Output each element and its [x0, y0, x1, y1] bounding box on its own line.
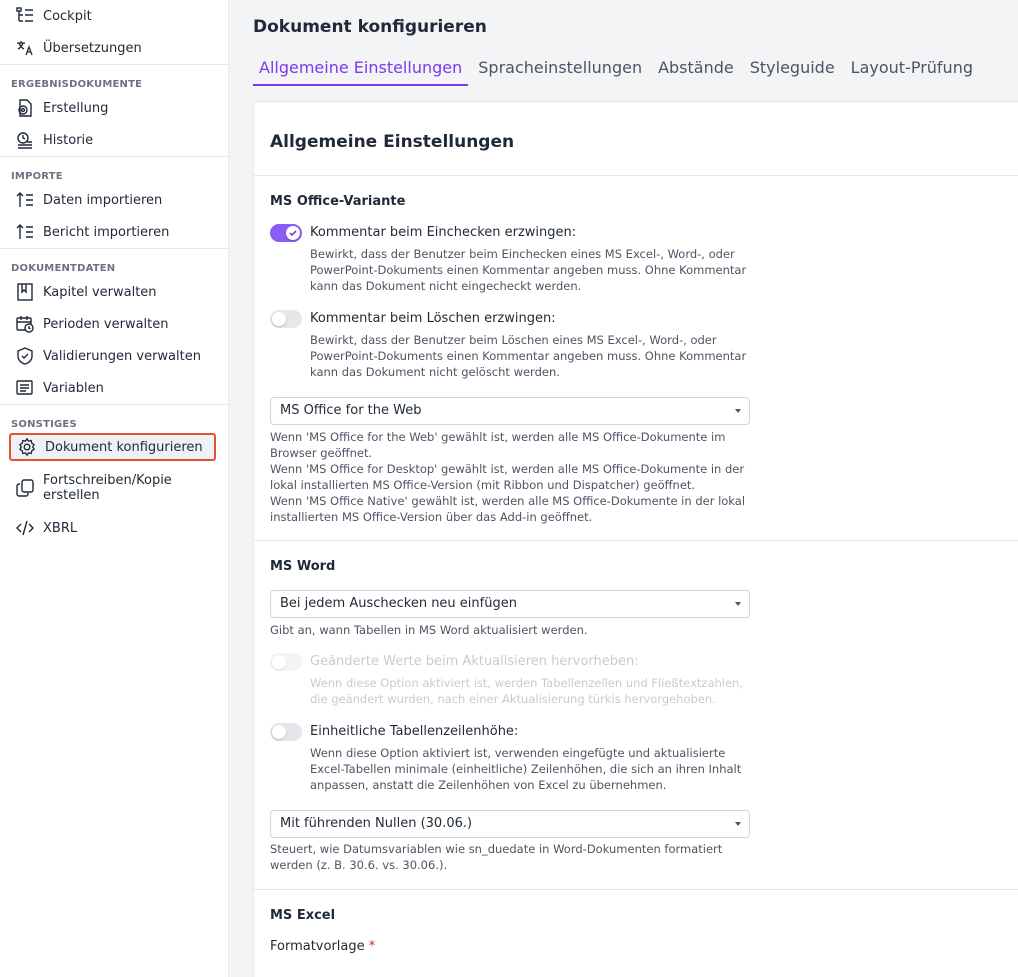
- sidebar-item-erstellung[interactable]: Erstellung: [0, 94, 228, 122]
- bookmark-icon: [14, 282, 36, 302]
- sidebar: Cockpit Übersetzungen ERGEBNISDOKUMENTE …: [0, 0, 229, 977]
- uniform-row-height-desc: Wenn diese Option aktiviert ist, verwend…: [310, 746, 742, 792]
- tab-styleguide[interactable]: Styleguide: [744, 57, 841, 86]
- document-gear-icon: [14, 98, 36, 118]
- import-list-icon: [14, 222, 36, 242]
- checkin-comment-label: Kommentar beim Einchecken erzwingen:: [310, 225, 577, 240]
- tab-allgemeine-einstellungen[interactable]: Allgemeine Einstellungen: [253, 57, 469, 86]
- table-update-value: Bei jedem Auschecken neu einfügen: [280, 596, 517, 611]
- sidebar-item-daten-importieren[interactable]: Daten importieren: [0, 186, 228, 214]
- office-help-line: Wenn 'MS Office for Desktop' gewählt ist…: [270, 462, 745, 492]
- checkin-comment-toggle[interactable]: [270, 224, 302, 242]
- shield-check-icon: [14, 346, 36, 366]
- office-variant-help: Wenn 'MS Office for the Web' gewählt ist…: [270, 429, 750, 525]
- sidebar-divider: [0, 64, 228, 65]
- tab-spracheinstellungen[interactable]: Spracheinstellungen: [472, 57, 648, 86]
- uniform-row-height-toggle[interactable]: [270, 723, 302, 741]
- calendar-clock-icon: [14, 314, 36, 334]
- uniform-row-height-label: Einheitliche Tabellenzeilenhöhe:: [310, 724, 519, 739]
- format-template-text: Formatvorlage: [270, 939, 365, 954]
- import-list-icon: [14, 190, 36, 210]
- caret-down-icon: [735, 602, 741, 606]
- translate-icon: [14, 38, 36, 58]
- history-icon: [14, 130, 36, 150]
- date-format-help: Steuert, wie Datumsvariablen wie sn_dued…: [270, 842, 723, 872]
- date-format-value: Mit führenden Nullen (30.06.): [280, 816, 473, 831]
- delete-comment-label: Kommentar beim Löschen erzwingen:: [310, 311, 556, 326]
- main-content: Dokument konfigurieren Allgemeine Einste…: [229, 0, 1018, 977]
- page-title: Dokument konfigurieren: [253, 17, 487, 37]
- toggle-knob: [272, 725, 286, 739]
- sidebar-item-bericht-importieren[interactable]: Bericht importieren: [0, 218, 228, 246]
- required-mark: *: [368, 939, 376, 954]
- card-divider: [254, 175, 1018, 176]
- checkin-comment-desc: Bewirkt, dass der Benutzer beim Eincheck…: [310, 247, 747, 293]
- highlight-changes-toggle[interactable]: [270, 653, 302, 671]
- sidebar-item-translations[interactable]: Übersetzungen: [0, 34, 228, 62]
- table-update-help: Gibt an, wann Tabellen in MS Word aktual…: [270, 623, 588, 637]
- tab-abstaende[interactable]: Abstände: [652, 57, 740, 86]
- sidebar-item-historie[interactable]: Historie: [0, 126, 228, 154]
- format-template-label: Formatvorlage *: [270, 939, 375, 954]
- office-help-line: Wenn 'MS Office for the Web' gewählt ist…: [270, 430, 726, 460]
- card-divider: [254, 889, 1018, 890]
- sidebar-item-fortschreiben-kopie[interactable]: Fortschreiben/Kopie erstellen: [0, 471, 228, 505]
- card-title: Allgemeine Einstellungen: [270, 132, 515, 152]
- tree-icon: [14, 6, 36, 26]
- highlight-changes-desc: Wenn diese Option aktiviert ist, werden …: [310, 676, 744, 706]
- caret-down-icon: [735, 822, 741, 826]
- code-icon: [14, 518, 36, 538]
- section-heading-ms-office: MS Office-Variante: [270, 194, 406, 209]
- office-variant-select[interactable]: MS Office for the Web: [270, 397, 750, 425]
- section-heading-ms-excel: MS Excel: [270, 908, 336, 923]
- table-update-select[interactable]: Bei jedem Auschecken neu einfügen: [270, 590, 750, 618]
- sidebar-divider: [0, 248, 228, 249]
- toggle-knob: [272, 312, 286, 326]
- section-title-sonstiges: SONSTIGES: [11, 419, 77, 430]
- tab-bar: Allgemeine Einstellungen Spracheinstellu…: [253, 57, 983, 86]
- tab-layout-pruefung[interactable]: Layout-Prüfung: [845, 57, 979, 86]
- settings-card: Allgemeine Einstellungen MS Office-Varia…: [253, 101, 1018, 977]
- office-variant-value: MS Office for the Web: [280, 403, 422, 418]
- section-title-dokumentdaten: DOKUMENTDATEN: [11, 263, 116, 274]
- section-title-ergebnisdokumente: ERGEBNISDOKUMENTE: [11, 79, 143, 90]
- sidebar-item-perioden-verwalten[interactable]: Perioden verwalten: [0, 310, 228, 338]
- section-heading-ms-word: MS Word: [270, 559, 336, 574]
- date-format-select[interactable]: Mit führenden Nullen (30.06.): [270, 810, 750, 838]
- delete-comment-toggle[interactable]: [270, 310, 302, 328]
- office-help-line: Wenn 'MS Office Native' gewählt ist, wer…: [270, 494, 746, 524]
- sidebar-divider: [0, 404, 228, 405]
- gear-icon: [16, 437, 38, 457]
- copy-icon: [14, 478, 36, 498]
- highlight-changes-label: Geänderte Werte beim Aktualisieren hervo…: [310, 654, 639, 669]
- caret-down-icon: [735, 409, 741, 413]
- toggle-knob: [286, 226, 300, 240]
- section-title-importe: IMPORTE: [11, 171, 63, 182]
- variable-list-icon: [14, 378, 36, 398]
- sidebar-item-variablen[interactable]: Variablen: [0, 374, 228, 402]
- sidebar-item-kapitel-verwalten[interactable]: Kapitel verwalten: [0, 278, 228, 306]
- toggle-knob: [272, 655, 286, 669]
- sidebar-item-validierungen-verwalten[interactable]: Validierungen verwalten: [0, 342, 228, 370]
- card-divider: [254, 540, 1018, 541]
- sidebar-item-cockpit[interactable]: Cockpit: [0, 2, 228, 30]
- sidebar-item-xbrl[interactable]: XBRL: [0, 514, 228, 542]
- check-icon: [289, 230, 297, 237]
- sidebar-divider: [0, 156, 228, 157]
- sidebar-item-dokument-konfigurieren[interactable]: Dokument konfigurieren: [9, 433, 216, 461]
- delete-comment-desc: Bewirkt, dass der Benutzer beim Löschen …: [310, 333, 747, 379]
